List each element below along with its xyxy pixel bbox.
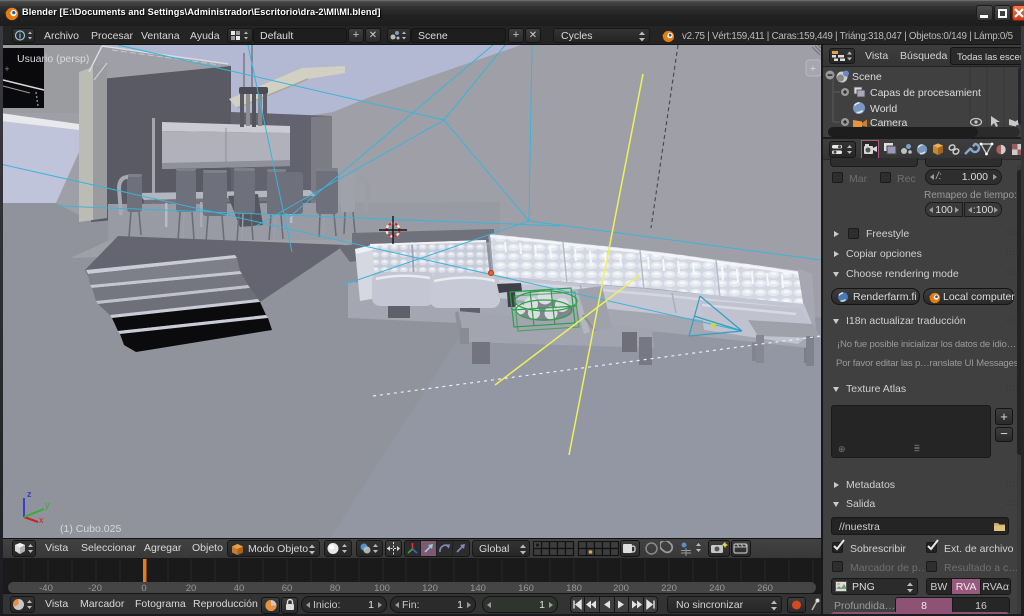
svg-text:World: World <box>870 103 897 115</box>
svg-text:z: z <box>27 489 32 499</box>
svg-text:(1) Cubo.025: (1) Cubo.025 <box>60 523 121 535</box>
svg-text:+: + <box>810 63 816 75</box>
svg-text:Capas de procesamient: Capas de procesamient <box>870 87 981 99</box>
svg-text:x: x <box>39 515 44 525</box>
svg-text:Usuario (persp): Usuario (persp) <box>17 53 89 65</box>
svg-text:y: y <box>45 500 50 510</box>
svg-text:i: i <box>19 32 21 41</box>
svg-text:+: + <box>4 64 9 74</box>
svg-text:Scene: Scene <box>852 71 882 83</box>
